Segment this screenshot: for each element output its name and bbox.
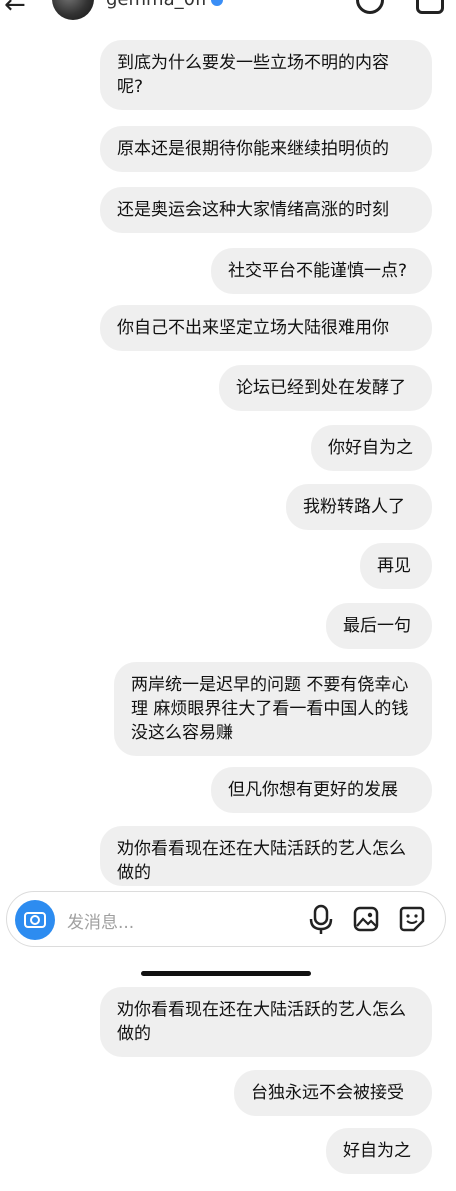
message-bubble[interactable]: 但凡你想有更好的发展 bbox=[211, 767, 432, 813]
message-text: 再见 bbox=[377, 556, 411, 576]
message-composer[interactable]: 发消息... bbox=[6, 891, 446, 947]
message-text: 但凡你想有更好的发展 bbox=[228, 780, 398, 800]
message-bubble[interactable]: 劝你看看现在还在大陆活跃的艺人怎么做的 bbox=[100, 826, 432, 886]
message-bubble[interactable]: 最后一句 bbox=[326, 603, 432, 649]
message-bubble[interactable]: 原本还是很期待你能来继续拍明侦的 bbox=[100, 126, 432, 172]
message-bubble[interactable]: 你自己不出来坚定立场大陆很难用你 bbox=[100, 305, 432, 351]
message-input-placeholder[interactable]: 发消息... bbox=[67, 908, 134, 933]
message-bubble[interactable]: 劝你看看现在还在大陆活跃的艺人怎么做的 bbox=[100, 987, 432, 1057]
camera-button[interactable] bbox=[15, 900, 55, 940]
verified-badge-icon bbox=[211, 0, 224, 6]
message-bubble[interactable]: 社交平台不能谨慎一点? bbox=[211, 248, 432, 294]
message-text: 论坛已经到处在发酵了 bbox=[236, 378, 406, 398]
message-text: 好自为之 bbox=[343, 1141, 411, 1161]
call-icon[interactable] bbox=[356, 0, 384, 14]
message-text: 劝你看看现在还在大陆活跃的艺人怎么做的 bbox=[117, 1000, 406, 1044]
message-bubble[interactable]: 好自为之 bbox=[326, 1128, 432, 1174]
message-text: 台独永远不会被接受 bbox=[251, 1083, 404, 1103]
home-indicator bbox=[141, 971, 311, 976]
conversation-header: ← gemma_0ff bbox=[0, 0, 456, 24]
message-text: 你自己不出来坚定立场大陆很难用你 bbox=[117, 318, 389, 338]
message-bubble[interactable]: 你好自为之 bbox=[311, 425, 432, 471]
video-call-icon[interactable] bbox=[416, 0, 444, 14]
message-bubble[interactable]: 再见 bbox=[360, 543, 432, 589]
message-bubble[interactable]: 到底为什么要发一些立场不明的内容呢? bbox=[100, 40, 432, 110]
camera-lens-icon bbox=[30, 915, 40, 925]
message-bubble[interactable]: 论坛已经到处在发酵了 bbox=[219, 365, 432, 411]
message-text: 社交平台不能谨慎一点? bbox=[228, 261, 408, 281]
message-text: 到底为什么要发一些立场不明的内容呢? bbox=[117, 53, 389, 97]
image-icon[interactable] bbox=[353, 906, 379, 932]
header-username[interactable]: gemma_0ff bbox=[106, 0, 224, 10]
message-bubble[interactable]: 台独永远不会被接受 bbox=[234, 1070, 432, 1116]
message-bubble[interactable]: 我粉转路人了 bbox=[286, 484, 432, 530]
avatar[interactable] bbox=[52, 0, 94, 20]
message-bubble[interactable]: 两岸统一是迟早的问题 不要有侥幸心理 麻烦眼界往大了看一看中国人的钱没这么容易赚 bbox=[114, 662, 432, 756]
message-text: 我粉转路人了 bbox=[303, 497, 405, 517]
sticker-icon[interactable] bbox=[399, 906, 425, 932]
message-text: 原本还是很期待你能来继续拍明侦的 bbox=[117, 139, 389, 159]
message-text: 劝你看看现在还在大陆活跃的艺人怎么做的 bbox=[117, 839, 406, 883]
message-text: 还是奥运会这种大家情绪高涨的时刻 bbox=[117, 200, 389, 220]
back-arrow-icon[interactable]: ← bbox=[4, 0, 26, 20]
username-text: gemma_0ff bbox=[106, 0, 207, 10]
message-bubble[interactable]: 还是奥运会这种大家情绪高涨的时刻 bbox=[100, 187, 432, 233]
message-text: 你好自为之 bbox=[328, 438, 413, 458]
message-text: 最后一句 bbox=[343, 616, 411, 636]
microphone-icon[interactable] bbox=[307, 904, 335, 936]
message-text: 两岸统一是迟早的问题 不要有侥幸心理 麻烦眼界往大了看一看中国人的钱没这么容易赚 bbox=[131, 675, 409, 743]
